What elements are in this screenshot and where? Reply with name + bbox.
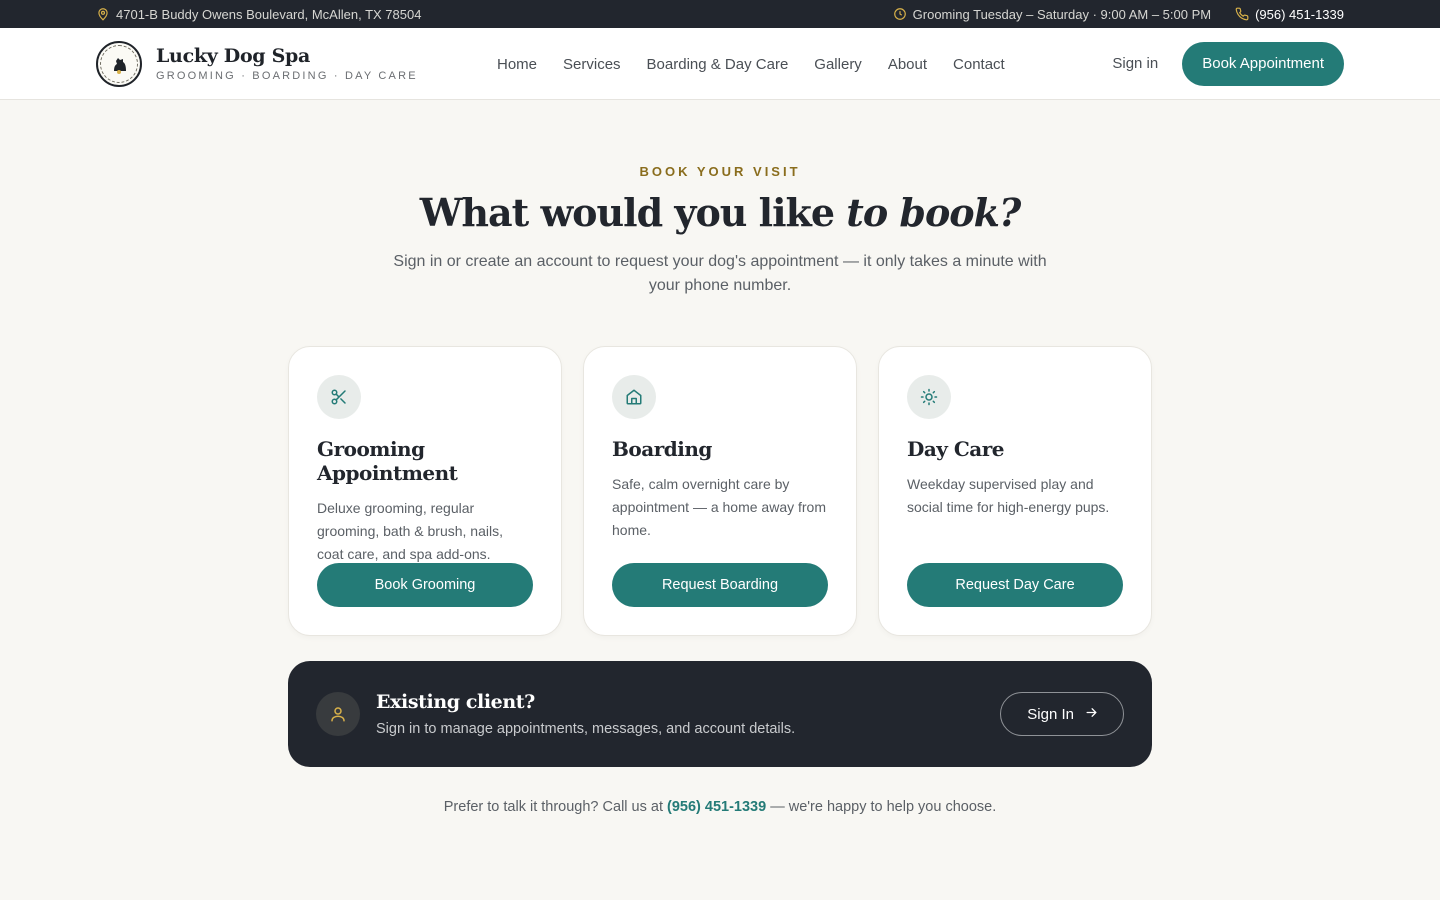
- nav-about[interactable]: About: [888, 56, 927, 73]
- card-title: Boarding: [612, 437, 712, 461]
- main-nav: Home Services Boarding & Day Care Galler…: [497, 28, 1005, 100]
- card-description: Weekday supervised play and social time …: [907, 476, 1110, 515]
- top-info-bar: 4701-B Buddy Owens Boulevard, McAllen, T…: [0, 0, 1440, 28]
- nav-contact[interactable]: Contact: [953, 56, 1005, 73]
- help-note: Prefer to talk it through? Call us at (9…: [0, 799, 1440, 815]
- hours-info: Grooming Tuesday – Saturday · 9:00 AM – …: [893, 7, 1211, 22]
- header-signin-link[interactable]: Sign in: [1112, 55, 1158, 72]
- existing-client-subtitle: Sign in to manage appointments, messages…: [376, 721, 796, 737]
- logo: [96, 40, 142, 87]
- signin-button-label: Sign In: [1027, 705, 1074, 723]
- nav-boarding-day-care[interactable]: Boarding & Day Care: [647, 56, 789, 73]
- boarding-card: Boarding Safe, calm overnight care by ap…: [583, 346, 857, 636]
- help-phone-link[interactable]: (956) 451-1339: [667, 799, 766, 815]
- dog-icon: [114, 57, 126, 74]
- help-note-after: — we're happy to help you choose.: [766, 799, 997, 815]
- nav-home[interactable]: Home: [497, 56, 537, 73]
- phone-text: (956) 451-1339: [1255, 6, 1344, 22]
- brand-name: Lucky Dog Spa: [156, 45, 311, 67]
- request-boarding-button[interactable]: Request Boarding: [612, 563, 828, 607]
- title-plain: What would you like: [419, 190, 847, 235]
- existing-client-title: Existing client?: [376, 691, 535, 713]
- day-care-card: Day Care Weekday supervised play and soc…: [878, 346, 1152, 636]
- sun-icon: [907, 375, 951, 419]
- card-title: Day Care: [907, 437, 1005, 461]
- brand-tagline: GROOMING · BOARDING · DAY CARE: [156, 70, 418, 82]
- existing-client-signin-button[interactable]: Sign In: [1000, 692, 1124, 736]
- site-header: Lucky Dog Spa GROOMING · BOARDING · DAY …: [0, 28, 1440, 100]
- card-title: Grooming Appointment: [317, 437, 458, 485]
- phone-icon: [1235, 7, 1249, 21]
- brand-link[interactable]: Lucky Dog Spa GROOMING · BOARDING · DAY …: [96, 40, 426, 87]
- nav-services[interactable]: Services: [563, 56, 621, 73]
- page-subtitle: Sign in or create an account to request …: [393, 253, 1047, 294]
- scissors-icon: [317, 375, 361, 419]
- book-grooming-button[interactable]: Book Grooming: [317, 563, 533, 607]
- clock-icon: [893, 7, 907, 21]
- user-icon: [316, 692, 360, 736]
- section-eyebrow: BOOK YOUR VISIT: [639, 164, 801, 179]
- address-text: 4701-B Buddy Owens Boulevard, McAllen, T…: [116, 6, 422, 22]
- arrow-right-icon: [1084, 705, 1099, 724]
- title-italic: to book?: [846, 190, 1021, 235]
- existing-client-banner: Existing client? Sign in to manage appoi…: [288, 661, 1152, 767]
- card-description: Safe, calm overnight care by appointment…: [612, 476, 826, 538]
- nav-gallery[interactable]: Gallery: [814, 56, 862, 73]
- grooming-card: Grooming Appointment Deluxe grooming, re…: [288, 346, 562, 636]
- topbar-phone-link[interactable]: (956) 451-1339: [1235, 7, 1344, 22]
- service-cards: Grooming Appointment Deluxe grooming, re…: [288, 346, 1152, 636]
- house-icon: [612, 375, 656, 419]
- book-appointment-button[interactable]: Book Appointment: [1182, 41, 1344, 86]
- address-info: 4701-B Buddy Owens Boulevard, McAllen, T…: [96, 7, 421, 22]
- page-title: What would you like to book?: [0, 190, 1440, 235]
- card-description: Deluxe grooming, regular grooming, bath …: [317, 500, 503, 562]
- hours-text: Grooming Tuesday – Saturday · 9:00 AM – …: [912, 6, 1212, 22]
- request-day-care-button[interactable]: Request Day Care: [907, 563, 1123, 607]
- map-pin-icon: [96, 7, 110, 21]
- help-note-before: Prefer to talk it through? Call us at: [443, 799, 667, 815]
